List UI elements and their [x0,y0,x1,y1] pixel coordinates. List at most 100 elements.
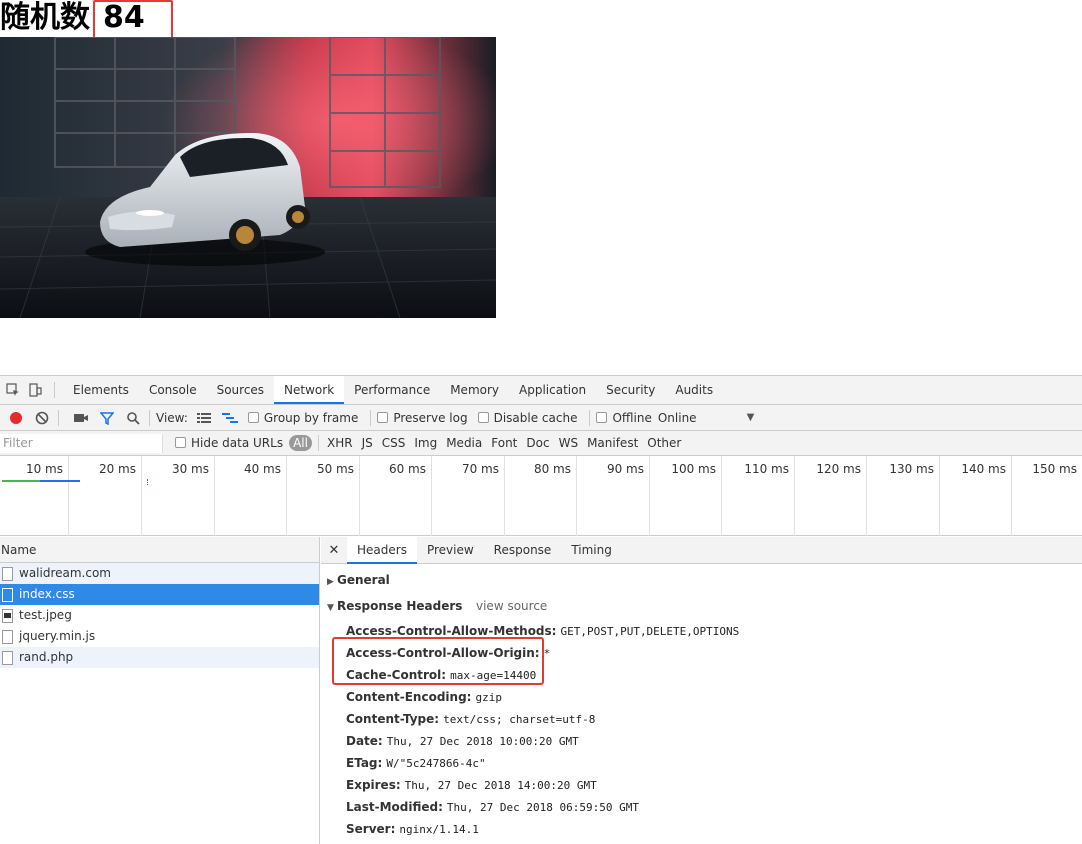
header-key: Expires: [346,778,401,792]
filter-type-css[interactable]: CSS [379,436,409,450]
tab-sources[interactable]: Sources [207,376,274,404]
timeline-tick: 80 ms [505,456,577,536]
triangle-right-icon: ▶ [327,577,334,587]
heading-text: 随机数 [0,0,90,35]
disable-cache-checkbox[interactable]: Disable cache [477,410,584,425]
request-row[interactable]: test.jpeg [0,605,319,626]
disable-cache-label: Disable cache [493,410,578,425]
search-icon[interactable] [123,408,143,428]
record-icon[interactable] [6,408,26,428]
hide-data-urls-checkbox[interactable]: Hide data URLs [175,436,289,450]
filter-type-other[interactable]: Other [644,436,684,450]
filter-type-all[interactable]: All [289,435,312,451]
close-icon[interactable]: ✕ [321,543,347,558]
request-detail-pane: ✕ Headers Preview Response Timing ▶ Gener… [321,536,1082,844]
request-row[interactable]: rand.php [0,647,319,668]
timeline-tick: 20 ms [69,456,142,536]
large-rows-icon[interactable] [194,408,214,428]
offline-checkbox[interactable]: Offline [596,411,657,425]
timeline-bar-blue [40,480,80,482]
tab-headers[interactable]: Headers [347,536,417,564]
tab-audits[interactable]: Audits [665,376,723,404]
detail-tab-bar: ✕ Headers Preview Response Timing [321,536,1082,564]
response-header-row: Content-Encoding: gzip [346,690,502,704]
response-header-row: Date: Thu, 27 Dec 2018 10:00:20 GMT [346,734,579,748]
inspect-element-icon[interactable] [4,381,22,399]
request-name: jquery.min.js [19,629,96,643]
filter-type-img[interactable]: Img [411,436,440,450]
timeline-tick: 40 ms [215,456,287,536]
devtools-tab-bar: Elements Console Sources Network Perform… [0,376,1082,405]
filter-type-media[interactable]: Media [443,436,485,450]
response-headers-section-toggle[interactable]: ▼ Response Headers view source [327,599,657,613]
timeline-overview[interactable]: 10 ms 20 ms 30 ms 40 ms 50 ms 60 ms 70 m… [0,456,1082,536]
response-header-row: Server: nginx/1.14.1 [346,822,479,836]
request-row[interactable]: jquery.min.js [0,626,319,647]
view-source-link[interactable]: view source [476,599,547,613]
request-row-selected[interactable]: index.css [0,584,319,605]
page-heading: 随机数 84 [0,0,173,49]
header-key: Last-Modified: [346,800,443,814]
response-header-row: Last-Modified: Thu, 27 Dec 2018 06:59:50 … [346,800,639,814]
clear-icon[interactable] [32,408,52,428]
timeline-tick: 140 ms [940,456,1012,536]
tab-security[interactable]: Security [596,376,665,404]
header-value: gzip [475,691,502,704]
response-headers-title: Response Headers [337,599,463,613]
tab-response[interactable]: Response [484,537,562,564]
filter-type-ws[interactable]: WS [556,436,581,450]
header-value: W/"5c247866-4c" [386,757,486,770]
request-list: Name walidream.com index.css test.jpeg j… [0,537,320,844]
tab-application[interactable]: Application [509,376,596,404]
tab-performance[interactable]: Performance [344,376,440,404]
tab-preview[interactable]: Preview [417,537,484,564]
timeline-tick: 60 ms [360,456,432,536]
filter-icon[interactable] [97,408,117,428]
timeline-tick: 120 ms [795,456,867,536]
header-key: Date: [346,734,383,748]
filter-type-js[interactable]: JS [359,436,376,450]
timeline-tick: 10 ms [0,456,69,536]
timeline-tick: 30 ms [142,456,215,536]
filter-input[interactable] [0,433,163,453]
preserve-log-checkbox[interactable]: Preserve log [377,411,473,425]
file-icon [2,587,13,602]
timeline-tick: 90 ms [577,456,650,536]
filter-type-xhr[interactable]: XHR [324,436,356,450]
header-key: Access-Control-Allow-Methods: [346,624,557,638]
timeline-tick: 130 ms [867,456,940,536]
response-header-row: Expires: Thu, 27 Dec 2018 14:00:20 GMT [346,778,597,792]
request-name: test.jpeg [19,608,72,622]
filter-type-doc[interactable]: Doc [523,436,552,450]
header-value: nginx/1.14.1 [399,823,479,836]
chevron-down-icon[interactable]: ▼ [747,412,755,423]
name-column-header[interactable]: Name [0,537,319,563]
group-by-frame-checkbox[interactable]: Group by frame [247,411,364,425]
timeline-tick: 70 ms [432,456,505,536]
tab-elements[interactable]: Elements [63,376,139,404]
timeline-bar-green [2,480,40,482]
header-value: * [543,647,551,660]
response-header-row: ETag: W/"5c247866-4c" [346,756,486,770]
preserve-log-label: Preserve log [393,410,468,425]
throttle-select[interactable]: Online [658,411,697,425]
request-row[interactable]: walidream.com [0,563,319,584]
tab-network[interactable]: Network [274,376,345,404]
file-icon [2,629,13,644]
device-toolbar-icon[interactable] [26,381,44,399]
request-name: walidream.com [19,566,111,580]
capture-screenshots-icon[interactable] [71,408,91,428]
header-value: Thu, 27 Dec 2018 14:00:20 GMT [404,779,597,792]
filter-type-manifest[interactable]: Manifest [584,436,641,450]
filter-type-font[interactable]: Font [488,436,520,450]
triangle-down-icon: ▼ [327,603,334,613]
general-section-toggle[interactable]: ▶ General [327,573,390,587]
header-value: GET,POST,PUT,DELETE,OPTIONS [560,625,740,638]
tab-console[interactable]: Console [139,376,207,404]
tab-timing[interactable]: Timing [561,537,622,564]
tab-memory[interactable]: Memory [440,376,509,404]
overview-waterfall-icon[interactable] [220,408,240,428]
timeline-marker [147,479,149,485]
header-key: Content-Encoding: [346,690,472,704]
header-key: ETag: [346,756,383,770]
